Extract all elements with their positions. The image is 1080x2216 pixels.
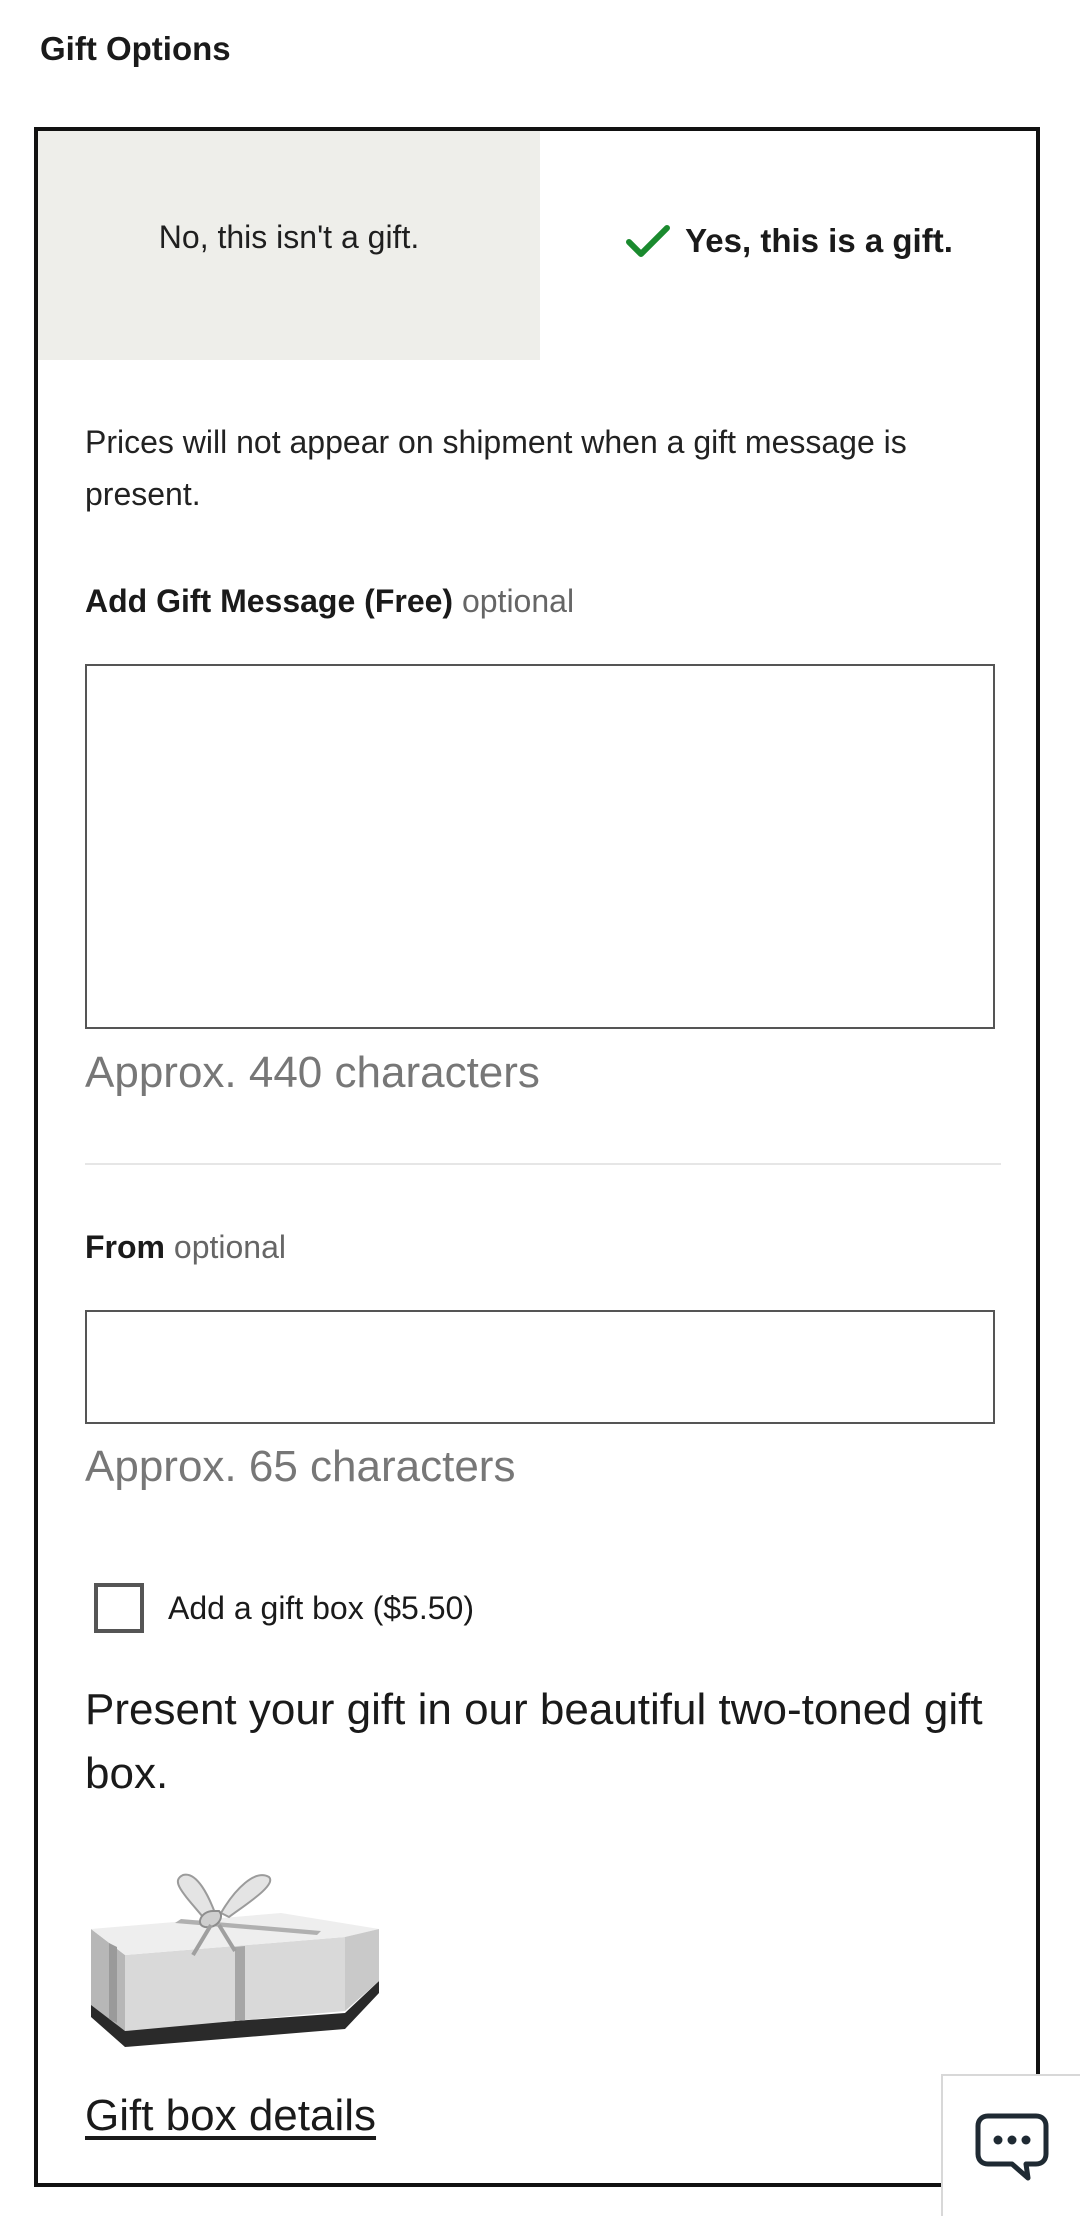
page-title: Gift Options [40, 30, 231, 67]
gift-message-char-hint: Approx. 440 characters [85, 1048, 540, 1097]
is-a-gift-option[interactable]: Yes, this is a gift. [540, 131, 1038, 360]
checkmark-icon [626, 224, 671, 257]
gift-message-optional-tag: optional [461, 583, 575, 619]
chat-button[interactable] [941, 2074, 1080, 2216]
gift-box-details-link[interactable]: Gift box details [85, 2091, 376, 2141]
chat-bubble-icon [975, 2113, 1048, 2181]
from-char-hint: Approx. 65 characters [85, 1442, 516, 1491]
prices-note: Prices will not appear on shipment when … [85, 424, 907, 512]
gift-box-image [91, 1873, 379, 2047]
from-label-text: From [85, 1229, 165, 1265]
from-input[interactable] [85, 1310, 995, 1424]
gift-box-checkbox[interactable] [94, 1583, 144, 1633]
gift-box-description: Present your gift in our beautiful two-t… [85, 1685, 983, 1798]
gift-options-panel: No, this isn't a gift. Yes, this is a gi… [34, 127, 1040, 2187]
gift-message-label: Add Gift Message (Free) optional [85, 583, 574, 620]
gift-message-label-text: Add Gift Message (Free) [85, 583, 454, 619]
gift-box-checkbox-label: Add a gift box ($5.50) [168, 1589, 474, 1626]
from-label: From optional [85, 1229, 286, 1266]
not-a-gift-option[interactable]: No, this isn't a gift. [38, 131, 540, 360]
section-divider [85, 1163, 1001, 1165]
from-optional-tag: optional [173, 1229, 286, 1265]
gift-box-option[interactable]: Add a gift box ($5.50) [94, 1583, 474, 1633]
not-a-gift-label: No, this isn't a gift. [158, 219, 420, 255]
is-a-gift-label: Yes, this is a gift. [685, 221, 953, 259]
gift-message-textarea[interactable] [85, 664, 995, 1029]
